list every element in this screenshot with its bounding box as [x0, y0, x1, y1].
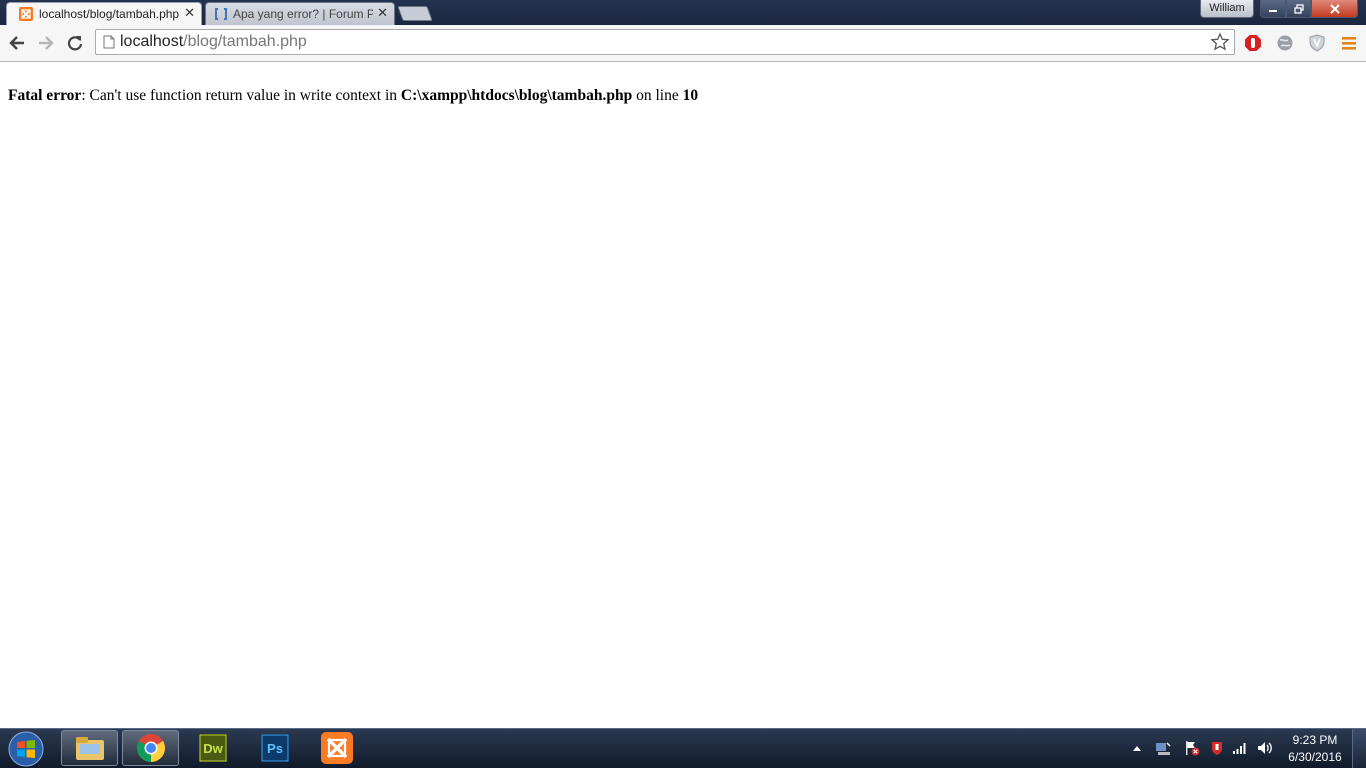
error-message: Can't use function return value in write… [89, 87, 401, 104]
stop-sign-icon [1245, 35, 1261, 51]
close-tab-icon[interactable]: ✕ [377, 5, 388, 21]
error-file-path: C:\xampp\htdocs\blog\tambah.php [400, 87, 633, 104]
brackets-icon [215, 8, 227, 20]
ps-label: Ps [267, 741, 283, 756]
minimize-icon [1269, 9, 1277, 12]
error-line-number: 10 [682, 87, 699, 104]
php-fatal-error: Fatal error: Can't use function return v… [8, 87, 698, 105]
error-label: Fatal error [8, 87, 82, 104]
shield-extension-icon[interactable] [1307, 33, 1327, 53]
tray-volume[interactable] [1256, 729, 1274, 767]
close-window-button[interactable] [1311, 0, 1358, 18]
globe-extension-icon[interactable] [1275, 33, 1295, 53]
tab-localhost[interactable]: localhost/blog/tambah.php ✕ [6, 2, 202, 25]
taskbar-dreamweaver[interactable]: Dw [184, 730, 241, 766]
tray-wifi[interactable] [1232, 729, 1248, 767]
reload-icon [67, 36, 83, 51]
adblock-extension-icon[interactable] [1243, 33, 1263, 53]
tab-forum[interactable]: Apa yang error? | Forum P ✕ [205, 2, 395, 25]
windows-taskbar: Dw Ps 9:23 PM 6/30/2016 [0, 728, 1366, 768]
signal-strength-icon [1233, 743, 1246, 754]
url-path: /blog/tambah.php [183, 33, 307, 50]
address-bar[interactable]: localhost/blog/tambah.php [95, 29, 1235, 55]
flag-error-icon [1186, 741, 1200, 756]
back-button[interactable] [6, 32, 28, 54]
error-separator: : [81, 87, 90, 104]
hamburger-menu-icon [1342, 37, 1356, 50]
close-icon [1329, 3, 1340, 14]
dw-label: Dw [203, 741, 223, 756]
photoshop-icon: Ps [260, 734, 289, 762]
window-controls [1260, 0, 1358, 19]
tab-title: localhost/blog/tambah.php [39, 7, 179, 21]
taskbar-xampp[interactable] [308, 730, 365, 766]
globe-icon [1277, 35, 1293, 51]
speaker-icon [1258, 742, 1272, 754]
chevron-up-icon [1133, 746, 1141, 751]
clock-date: 6/30/2016 [1288, 750, 1342, 764]
new-tab-button[interactable] [397, 6, 433, 21]
minimize-button[interactable] [1260, 0, 1286, 18]
page-icon [103, 35, 115, 49]
tray-security[interactable] [1209, 729, 1225, 767]
restore-icon [1293, 3, 1304, 14]
tab-title: Apa yang error? | Forum P [233, 7, 373, 21]
url-text[interactable]: localhost/blog/tambah.php [120, 33, 307, 51]
page-content: Fatal error: Can't use function return v… [0, 62, 1366, 728]
shield-icon [1309, 34, 1325, 52]
show-desktop-button[interactable] [1352, 729, 1366, 768]
tray-action-center[interactable] [1184, 729, 1200, 767]
chrome-menu-button[interactable] [1339, 33, 1359, 53]
start-button[interactable] [6, 730, 46, 768]
clock-time: 9:23 PM [1292, 733, 1338, 747]
forward-button[interactable] [35, 32, 57, 54]
xampp-icon [19, 7, 33, 21]
network-adapter-icon [1156, 742, 1171, 755]
xampp-icon [320, 732, 353, 764]
tray-network-adapter[interactable] [1155, 729, 1171, 767]
forward-arrow-icon [39, 36, 54, 50]
taskbar-photoshop[interactable]: Ps [246, 730, 303, 766]
windows-logo-icon [8, 731, 44, 767]
dreamweaver-icon: Dw [198, 734, 227, 762]
chrome-icon [136, 734, 165, 762]
browser-toolbar: localhost/blog/tambah.php [0, 25, 1366, 62]
security-shield-icon [1212, 742, 1222, 755]
taskbar-chrome[interactable] [122, 730, 179, 766]
restore-button[interactable] [1286, 0, 1311, 18]
close-tab-icon[interactable]: ✕ [184, 5, 195, 21]
bookmark-star-icon[interactable] [1210, 32, 1230, 52]
error-on-line: on line [632, 87, 683, 104]
taskbar-explorer[interactable] [61, 730, 118, 766]
tray-overflow-button[interactable] [1132, 729, 1142, 767]
reload-button[interactable] [64, 32, 86, 54]
folder-icon [75, 737, 104, 760]
back-arrow-icon [9, 36, 24, 50]
tab-strip: localhost/blog/tambah.php ✕ Apa yang err… [0, 0, 1366, 25]
taskbar-clock[interactable]: 9:23 PM 6/30/2016 [1280, 732, 1350, 766]
url-host: localhost [120, 33, 184, 50]
profile-button[interactable]: William [1200, 0, 1254, 18]
